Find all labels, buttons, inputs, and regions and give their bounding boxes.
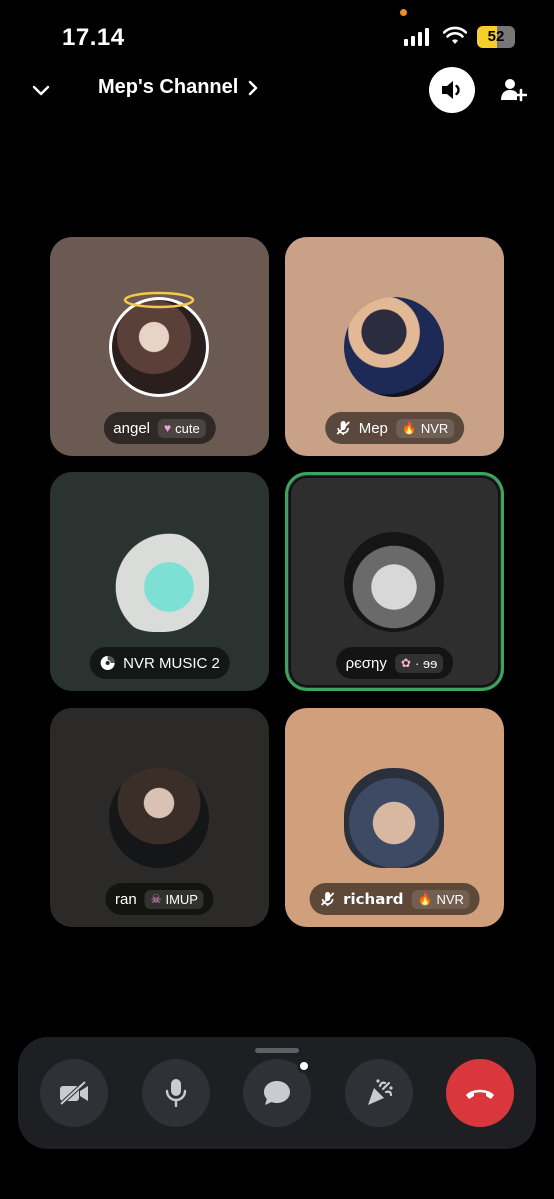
wifi-icon bbox=[443, 26, 467, 44]
participant-name: 𝗿𝗶𝗰𝗵𝗮𝗿𝗱 bbox=[343, 891, 404, 908]
halo-decoration-icon bbox=[123, 291, 195, 309]
channel-title: Mep's Channel bbox=[98, 76, 239, 98]
camera-off-icon bbox=[59, 1080, 88, 1106]
participant-name-pill: 𝗿𝗶𝗰𝗵𝗮𝗿𝗱 🔥 NVR bbox=[309, 883, 480, 915]
participant-tag: ✿ · ɘɘ bbox=[394, 653, 444, 673]
participant-name: ran bbox=[115, 890, 137, 908]
flower-icon: ✿ bbox=[400, 656, 411, 670]
participant-name: ρєσηу bbox=[345, 654, 387, 672]
chat-bubble-icon bbox=[264, 1081, 290, 1105]
participant-tag: ♥ cute bbox=[158, 418, 206, 438]
drag-handle[interactable] bbox=[255, 1048, 299, 1053]
cellular-signal-icon bbox=[404, 28, 429, 46]
avatar bbox=[344, 297, 444, 397]
participant-name-pill: ρєσηу ✿ · ɘɘ bbox=[335, 647, 454, 679]
chat-notification-dot bbox=[297, 1059, 311, 1073]
chevron-right-icon bbox=[249, 80, 258, 95]
call-controls-bar bbox=[18, 1037, 536, 1149]
participant-name-pill: NVR MUSIC 2 bbox=[89, 647, 230, 679]
mic-muted-icon bbox=[336, 421, 350, 435]
microphone-button[interactable] bbox=[142, 1059, 210, 1127]
tag-label: · ɘɘ bbox=[414, 655, 438, 671]
participant-tag: ☠ IMUP bbox=[144, 889, 204, 909]
camera-off-button[interactable] bbox=[40, 1059, 108, 1127]
participant-name-pill: angel ♥ cute bbox=[103, 412, 216, 444]
flame-icon: 🔥 bbox=[417, 892, 433, 906]
avatar bbox=[344, 768, 444, 868]
participant-name-pill: Mep 🔥 NVR bbox=[324, 412, 465, 444]
flame-icon: 🔥 bbox=[401, 421, 417, 435]
add-person-icon bbox=[501, 79, 527, 102]
mic-muted-icon bbox=[320, 892, 334, 906]
speaker-icon bbox=[442, 81, 460, 99]
skull-icon: ☠ bbox=[150, 892, 162, 906]
chevron-down-icon bbox=[32, 85, 50, 96]
voice-channel-header: Mep's Channel bbox=[0, 60, 554, 120]
avatar bbox=[109, 768, 209, 868]
participant-tile-richard[interactable]: 𝗿𝗶𝗰𝗵𝗮𝗿𝗱 🔥 NVR bbox=[285, 708, 504, 927]
microphone-icon bbox=[165, 1079, 187, 1108]
phone-hangup-icon bbox=[466, 1089, 494, 1099]
speaker-button[interactable] bbox=[429, 67, 475, 113]
participant-name: angel bbox=[113, 419, 150, 437]
battery-icon: 52 bbox=[477, 26, 515, 48]
participant-tag: 🔥 NVR bbox=[411, 889, 470, 909]
tag-label: NVR bbox=[436, 891, 464, 907]
clock-time: 17.14 bbox=[62, 24, 125, 51]
channel-title-button[interactable]: Mep's Channel bbox=[98, 76, 258, 99]
battery-level: 52 bbox=[487, 28, 505, 45]
participant-tile-nvr-music-2[interactable]: NVR MUSIC 2 bbox=[50, 472, 269, 691]
participant-name-pill: ran ☠ IMUP bbox=[105, 883, 214, 915]
participant-tile-mep[interactable]: Mep 🔥 NVR bbox=[285, 237, 504, 456]
party-popper-icon bbox=[368, 1079, 393, 1105]
collapse-button[interactable] bbox=[28, 78, 54, 104]
participant-tile-ran[interactable]: ran ☠ IMUP bbox=[50, 708, 269, 927]
invite-button[interactable] bbox=[500, 76, 528, 104]
participant-tile-peony[interactable]: ρєσηу ✿ · ɘɘ bbox=[285, 472, 504, 691]
tag-label: IMUP bbox=[165, 891, 198, 907]
avatar bbox=[109, 297, 209, 397]
participant-name: NVR MUSIC 2 bbox=[123, 654, 220, 672]
privacy-indicator-dot bbox=[400, 9, 407, 16]
avatar bbox=[344, 532, 444, 632]
soundboard-button[interactable] bbox=[345, 1059, 413, 1127]
music-disc-icon bbox=[100, 656, 115, 670]
tag-label: NVR bbox=[420, 420, 449, 436]
avatar bbox=[109, 532, 209, 632]
disconnect-button[interactable] bbox=[446, 1059, 514, 1127]
participant-tile-angel[interactable]: angel ♥ cute bbox=[50, 237, 269, 456]
participant-tag: 🔥 NVR bbox=[395, 418, 455, 438]
tag-label: cute bbox=[175, 420, 200, 436]
participant-name: Mep bbox=[358, 419, 388, 437]
heart-icon: ♥ bbox=[164, 421, 172, 435]
